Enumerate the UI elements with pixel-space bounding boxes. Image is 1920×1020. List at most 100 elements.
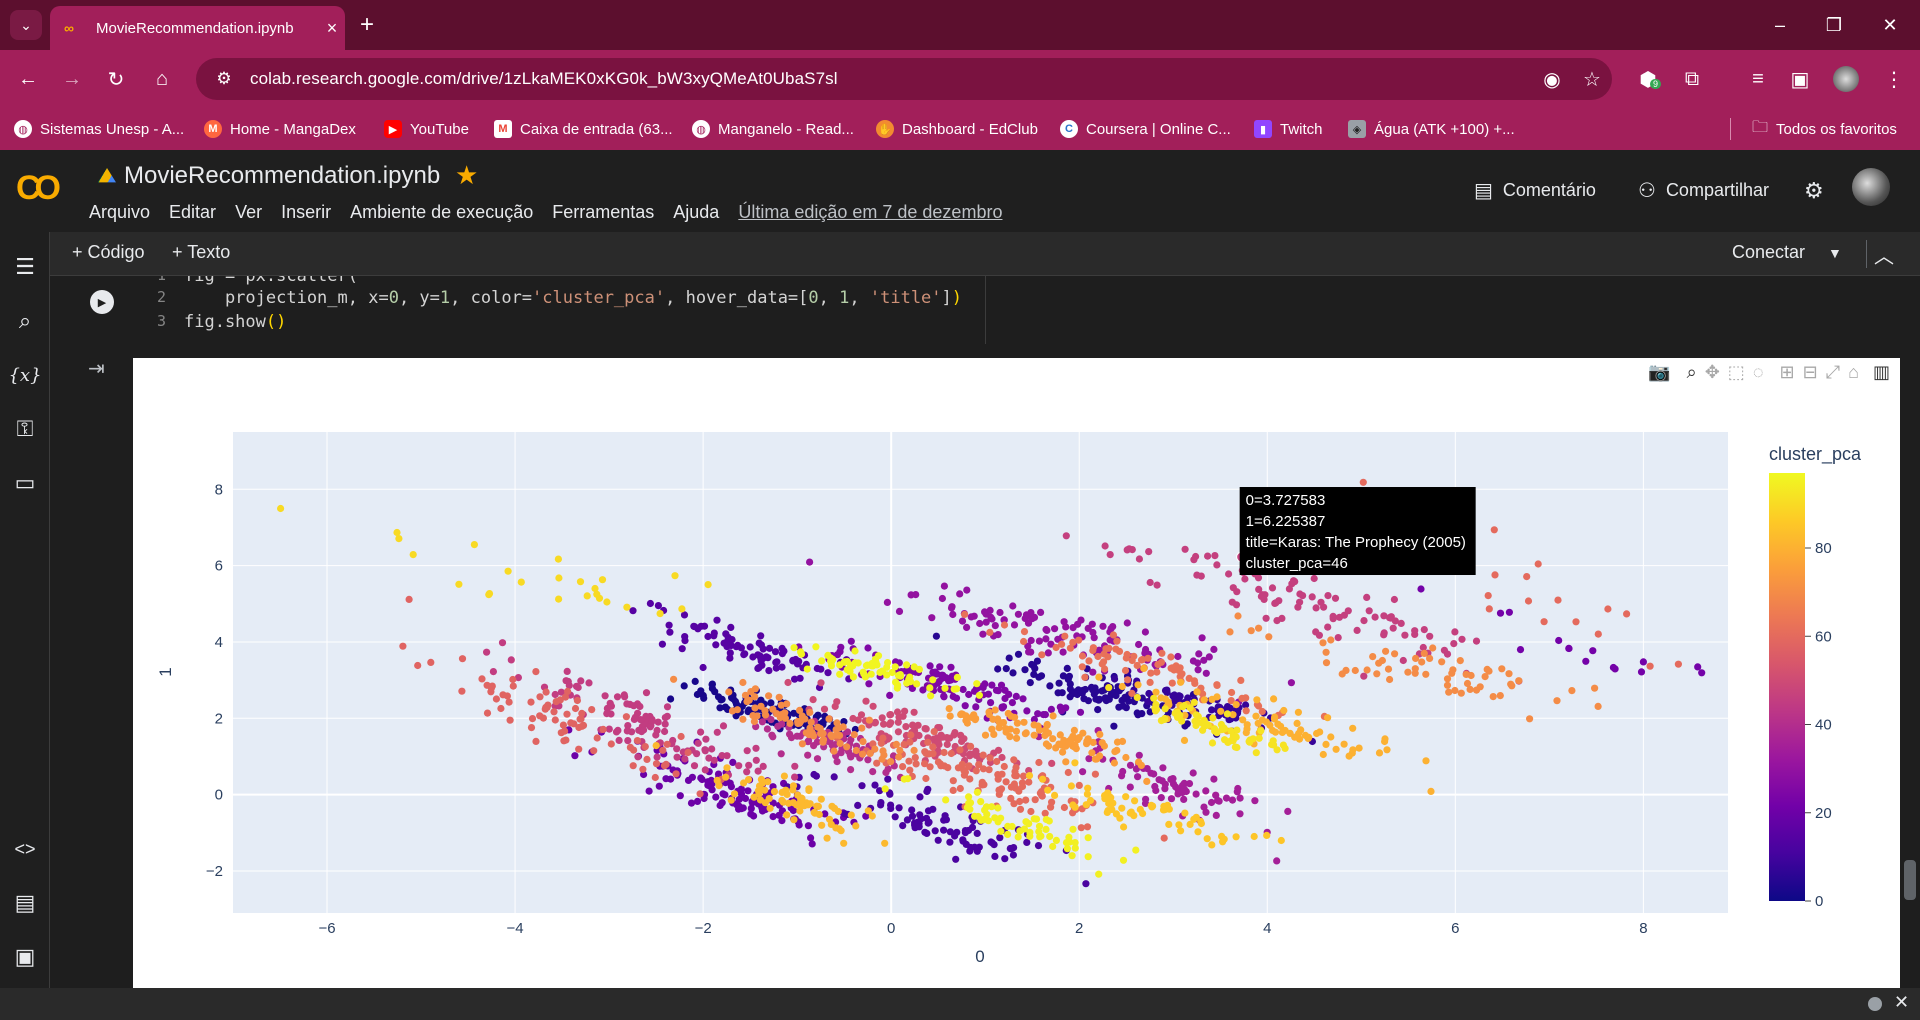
menu-inserir[interactable]: Inserir bbox=[281, 202, 331, 223]
scatter-point[interactable] bbox=[966, 799, 975, 807]
scatter-point[interactable] bbox=[1190, 698, 1198, 706]
scatter-point[interactable] bbox=[862, 697, 870, 705]
scatter-point[interactable] bbox=[478, 675, 486, 683]
scatter-point[interactable] bbox=[694, 739, 702, 747]
scatter-point[interactable] bbox=[725, 688, 733, 696]
scatter-point[interactable] bbox=[607, 702, 615, 710]
scatter-point[interactable] bbox=[1159, 764, 1167, 772]
scatter-point[interactable] bbox=[1412, 654, 1420, 662]
scatter-point[interactable] bbox=[690, 762, 699, 770]
scatter-point[interactable] bbox=[884, 775, 892, 783]
scatter-point[interactable] bbox=[744, 787, 752, 795]
scatter-point[interactable] bbox=[590, 747, 598, 755]
scatter-point[interactable] bbox=[557, 729, 565, 737]
scatter-point[interactable] bbox=[1045, 817, 1053, 825]
scatter-point[interactable] bbox=[739, 678, 747, 687]
scatter-point[interactable] bbox=[1025, 820, 1033, 828]
scatter-point[interactable] bbox=[1380, 631, 1388, 639]
scatter-point[interactable] bbox=[715, 782, 723, 790]
scatter-point[interactable] bbox=[727, 623, 735, 631]
scatter-point[interactable] bbox=[1077, 824, 1085, 832]
scatter-point[interactable] bbox=[752, 756, 760, 764]
scatter-point[interactable] bbox=[1324, 714, 1332, 722]
scatter-point[interactable] bbox=[1016, 827, 1024, 835]
scatter-point[interactable] bbox=[1065, 672, 1073, 680]
menu-ajuda[interactable]: Ajuda bbox=[673, 202, 719, 223]
scatter-point[interactable] bbox=[1010, 621, 1019, 629]
scatter-point[interactable] bbox=[1234, 612, 1242, 620]
star-icon[interactable]: ★ bbox=[455, 160, 478, 191]
scatter-point[interactable] bbox=[1026, 679, 1034, 687]
scatter-point[interactable] bbox=[1489, 693, 1497, 701]
scatter-point[interactable] bbox=[1082, 880, 1090, 888]
scatter-point[interactable] bbox=[881, 839, 889, 847]
scatter-point[interactable] bbox=[642, 689, 651, 697]
scatter-point[interactable] bbox=[1219, 838, 1227, 846]
scatter-point[interactable] bbox=[489, 668, 497, 676]
scatter-point[interactable] bbox=[1313, 729, 1321, 738]
reload-icon[interactable]: ↻ bbox=[100, 63, 132, 95]
scatter-point[interactable] bbox=[754, 664, 762, 672]
menu-arquivo[interactable]: Arquivo bbox=[89, 202, 150, 223]
scatter-point[interactable] bbox=[881, 785, 889, 793]
scatter-point[interactable] bbox=[563, 667, 571, 675]
scatter-point[interactable] bbox=[940, 582, 949, 590]
scatter-point[interactable] bbox=[634, 753, 642, 761]
scatter-point[interactable] bbox=[852, 746, 860, 755]
scatter-point[interactable] bbox=[1065, 737, 1073, 745]
scatter-point[interactable] bbox=[997, 814, 1005, 822]
scatter-point[interactable] bbox=[588, 706, 596, 714]
scatter-point[interactable] bbox=[1257, 727, 1265, 735]
scatter-point[interactable] bbox=[1063, 664, 1071, 672]
scatter-point[interactable] bbox=[986, 754, 994, 762]
scatter-point[interactable] bbox=[1181, 809, 1189, 817]
scatter-point[interactable] bbox=[673, 753, 681, 761]
scatter-point[interactable] bbox=[1319, 750, 1327, 759]
scatter-point[interactable] bbox=[831, 804, 839, 812]
scatter-point[interactable] bbox=[458, 655, 467, 663]
scatter-point[interactable] bbox=[967, 742, 975, 750]
scatter-point[interactable] bbox=[819, 736, 828, 744]
scatter-point[interactable] bbox=[817, 679, 825, 687]
scatter-point[interactable] bbox=[902, 723, 910, 731]
scatter-point[interactable] bbox=[1524, 597, 1533, 605]
scatter-point[interactable] bbox=[1192, 790, 1200, 798]
scatter-point[interactable] bbox=[1229, 584, 1237, 592]
scatter-point[interactable] bbox=[1111, 675, 1119, 683]
scatter-point[interactable] bbox=[1148, 803, 1156, 811]
scatter-point[interactable] bbox=[929, 676, 937, 684]
scatter-point[interactable] bbox=[663, 712, 671, 720]
scatter-point[interactable] bbox=[973, 829, 981, 837]
scatter-point[interactable] bbox=[997, 827, 1005, 835]
scatter-point[interactable] bbox=[1456, 657, 1464, 665]
scatter-point[interactable] bbox=[871, 745, 879, 753]
scatter-point[interactable] bbox=[1390, 595, 1398, 604]
scatter-point[interactable] bbox=[551, 716, 559, 724]
code-snippets-icon[interactable]: <> bbox=[8, 832, 42, 866]
scatter-point[interactable] bbox=[1223, 710, 1231, 718]
scatter-point[interactable] bbox=[1381, 735, 1389, 743]
scatter-point[interactable] bbox=[1180, 736, 1189, 744]
scatter-point[interactable] bbox=[1010, 756, 1018, 764]
scatter-point[interactable] bbox=[1246, 736, 1254, 744]
scatter-point[interactable] bbox=[887, 801, 895, 809]
scatter-point[interactable] bbox=[1177, 678, 1185, 686]
scatter-point[interactable] bbox=[827, 820, 835, 828]
scatter-point[interactable] bbox=[795, 821, 803, 829]
scatter-point[interactable] bbox=[1252, 712, 1260, 720]
scatter-point[interactable] bbox=[813, 755, 822, 763]
scatter-point[interactable] bbox=[1322, 659, 1331, 667]
scatter-point[interactable] bbox=[1279, 741, 1287, 749]
last-edit-link[interactable]: Última edição em 7 de dezembro bbox=[738, 202, 1002, 223]
back-arrow-icon[interactable]: ← bbox=[12, 63, 44, 95]
scatter-point[interactable] bbox=[1231, 743, 1239, 751]
scatter-point[interactable] bbox=[836, 739, 844, 748]
scatter-point[interactable] bbox=[1071, 803, 1079, 811]
scatter-point[interactable] bbox=[1016, 805, 1025, 813]
scatter-point[interactable] bbox=[1293, 719, 1301, 727]
scatter-point[interactable] bbox=[1329, 612, 1337, 620]
scatter-point[interactable] bbox=[1208, 739, 1217, 747]
scatter-point[interactable] bbox=[872, 658, 880, 666]
scatter-point[interactable] bbox=[761, 799, 770, 807]
scatter-point[interactable] bbox=[953, 673, 962, 681]
